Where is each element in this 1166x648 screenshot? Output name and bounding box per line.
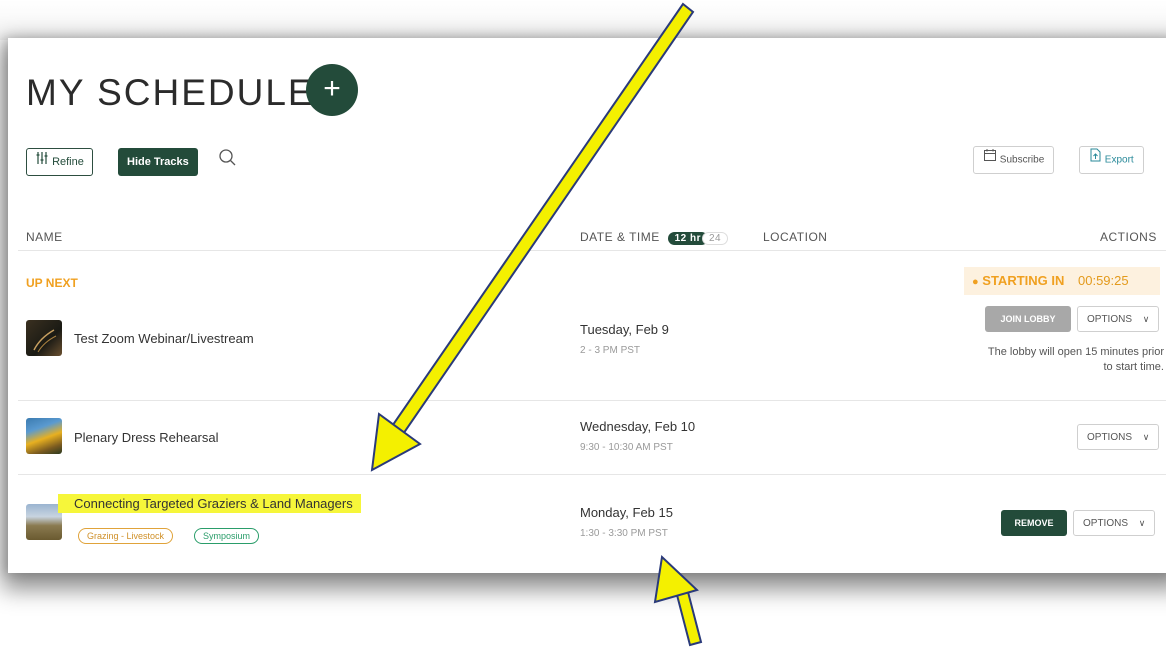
annotation-arrow-up: [653, 554, 703, 647]
annotation-arrow-diagonal: [370, 2, 695, 472]
annotation-arrows: [370, 2, 703, 647]
